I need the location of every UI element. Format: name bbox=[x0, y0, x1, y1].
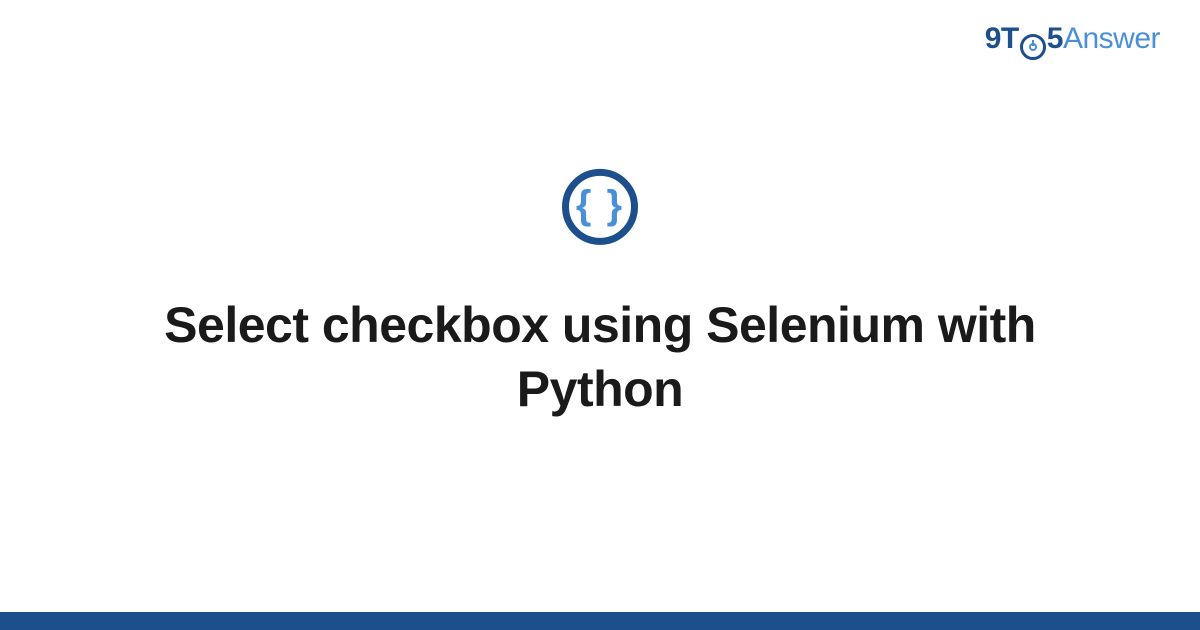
clock-icon bbox=[1020, 34, 1046, 60]
braces-glyph: { } bbox=[576, 185, 624, 225]
page-title: Select checkbox using Selenium with Pyth… bbox=[100, 293, 1100, 421]
logo-text-5: 5 bbox=[1047, 22, 1063, 56]
site-logo: 9T 5 Answer bbox=[985, 22, 1160, 57]
main-content: { } Select checkbox using Selenium with … bbox=[0, 169, 1200, 421]
logo-text-9t: 9T bbox=[985, 22, 1019, 56]
footer-accent-bar bbox=[0, 612, 1200, 630]
logo-text-answer: Answer bbox=[1063, 22, 1160, 56]
code-braces-icon: { } bbox=[562, 169, 638, 245]
